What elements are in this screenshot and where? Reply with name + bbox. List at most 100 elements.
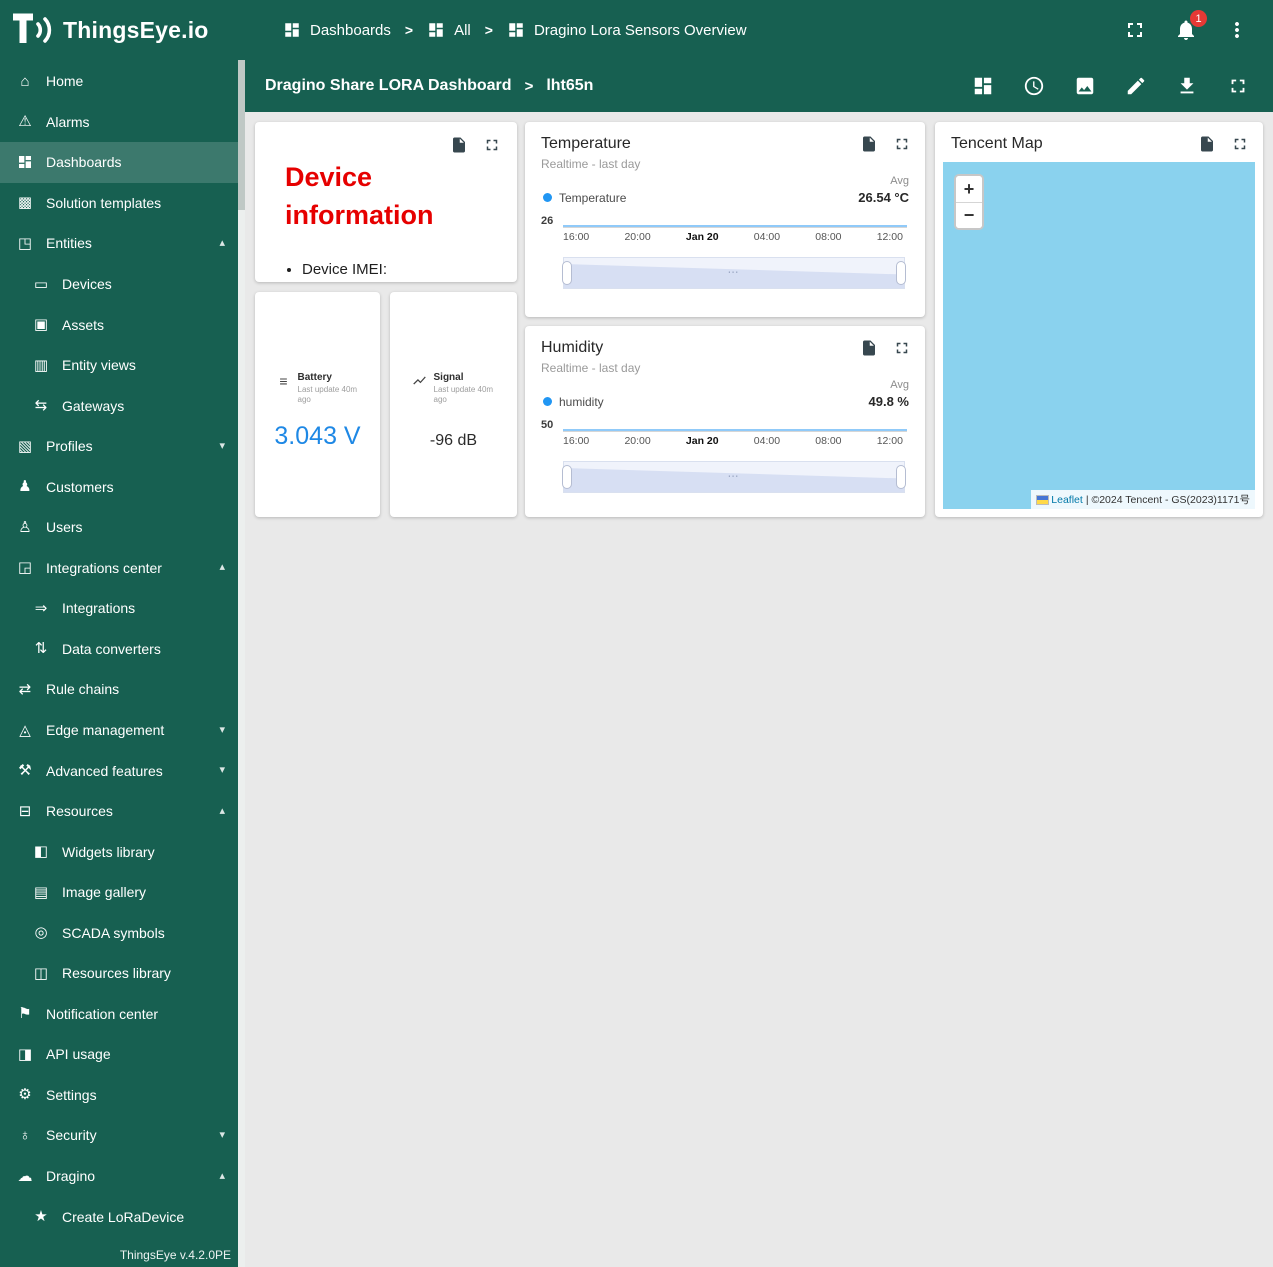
sidebar-item-assets[interactable]: ▣ Assets: [0, 304, 238, 345]
sidebar-item-resources[interactable]: ⊟ Resources ▴: [0, 791, 238, 832]
series-label[interactable]: humidity: [559, 395, 604, 409]
sidebar-item-settings[interactable]: ⚙ Settings: [0, 1075, 238, 1116]
legend-agg-header[interactable]: Avg: [858, 175, 909, 187]
sidebar-item-edge-management[interactable]: ◬ Edge management ▾: [0, 710, 238, 751]
export-file-icon[interactable]: [860, 339, 878, 357]
top-header: ThingsEye.io Dashboards > All > Dragino Lora…: [0, 0, 1273, 60]
expand-widget-icon[interactable]: [893, 135, 911, 153]
timewindow-clock-icon[interactable]: [1023, 75, 1045, 97]
sidebar-item-rule-chains[interactable]: ⇄ Rule chains: [0, 669, 238, 710]
expand-widget-icon[interactable]: [1231, 135, 1249, 153]
navigator-handle-right[interactable]: [896, 465, 906, 489]
zoom-out-button[interactable]: −: [956, 202, 982, 228]
sidebar-item-label: Notification center: [46, 1005, 159, 1022]
sidebar-item-security[interactable]: ♁ Security ▾: [0, 1115, 238, 1156]
dashboard-toolbar: Dragino Share LORA Dashboard > lht65n: [245, 60, 1273, 112]
sidebar-item-data-converters[interactable]: ⇅ Data converters: [0, 629, 238, 670]
x-tick: 08:00: [815, 231, 842, 243]
app-logo[interactable]: ThingsEye.io: [0, 13, 245, 47]
chart-navigator[interactable]: ⋯: [562, 257, 906, 289]
widget-signal: Signal Last update 40m ago -96 dB: [390, 292, 517, 517]
export-file-icon[interactable]: [860, 135, 878, 153]
sidebar-nav: ⌂ Home ⚠ Alarms Dashboards ▩ Solution template…: [0, 61, 238, 1239]
integrations-icon: ⇒: [34, 599, 48, 617]
sidebar-item-users[interactable]: ♙ Users: [0, 507, 238, 548]
breadcrumb: Dashboards > All > Dragino Lora Sensors Over…: [283, 21, 747, 39]
breadcrumb-label: Dragino Lora Sensors Overview: [533, 21, 747, 39]
sidebar-item-image-gallery[interactable]: ▤ Image gallery: [0, 872, 238, 913]
sidebar-item-alarms[interactable]: ⚠ Alarms: [0, 102, 238, 143]
background-image-icon[interactable]: [1074, 75, 1096, 97]
sidebar-item-dragino[interactable]: ☁ Dragino ▴: [0, 1156, 238, 1197]
breadcrumb-item-all[interactable]: All: [427, 21, 471, 39]
sidebar-item-label: SCADA symbols: [62, 924, 165, 941]
zoom-in-button[interactable]: +: [956, 176, 982, 202]
fullscreen-icon[interactable]: [1123, 18, 1147, 42]
navigator-grip: ⋯: [727, 470, 741, 483]
x-tick: 12:00: [876, 231, 903, 243]
sidebar-item-label: API usage: [46, 1046, 111, 1063]
version-label: ThingsEye v.4.2.0PE: [119, 1248, 231, 1262]
expand-widget-icon[interactable]: [483, 136, 501, 154]
sidebar-item-widgets-library[interactable]: ◧ Widgets library: [0, 831, 238, 872]
navigator-handle-left[interactable]: [562, 465, 572, 489]
dashboard-layouts-icon[interactable]: [972, 75, 994, 97]
sidebar-scrollbar[interactable]: [238, 60, 245, 1267]
sidebar-item-profiles[interactable]: ▧ Profiles ▾: [0, 426, 238, 467]
dashboard-icon: [507, 21, 525, 39]
sidebar-item-resources-library[interactable]: ◫ Resources library: [0, 953, 238, 994]
sidebar-item-home[interactable]: ⌂ Home: [0, 61, 238, 102]
expand-widget-icon[interactable]: [893, 339, 911, 357]
widgets-library-icon: ◧: [33, 843, 49, 861]
chevron-up-icon: ▴: [219, 1169, 225, 1182]
edge-management-icon: ◬: [19, 721, 31, 739]
sidebar-item-notification-center[interactable]: ⚑ Notification center: [0, 994, 238, 1035]
sidebar-item-entities[interactable]: ◳ Entities ▴: [0, 223, 238, 264]
sidebar-item-devices[interactable]: ▭ Devices: [0, 264, 238, 305]
more-vert-icon[interactable]: [1225, 18, 1249, 42]
navigator-handle-left[interactable]: [562, 261, 572, 285]
sidebar-item-integrations[interactable]: ⇒ Integrations: [0, 588, 238, 629]
edit-pencil-icon[interactable]: [1125, 75, 1147, 97]
temperature-title: Temperature: [541, 135, 631, 152]
dashboard-title[interactable]: Dragino Share LORA Dashboard: [265, 77, 512, 95]
x-tick: 08:00: [815, 435, 842, 447]
leaflet-link[interactable]: Leaflet: [1051, 494, 1083, 506]
sidebar-item-gateways[interactable]: ⇆ Gateways: [0, 385, 238, 426]
export-download-icon[interactable]: [1176, 75, 1198, 97]
sidebar-item-integrations-center[interactable]: ◲ Integrations center ▴: [0, 548, 238, 589]
sidebar-item-create-loradevice[interactable]: ★ Create LoRaDevice: [0, 1196, 238, 1237]
chart-legend: Temperature Avg 26.54 °C: [543, 175, 909, 205]
map-canvas[interactable]: + − Leaflet | ©2024 Tencent - GS(2023)11…: [943, 162, 1255, 509]
chart-navigator[interactable]: ⋯: [562, 461, 906, 493]
dashboard-state[interactable]: lht65n: [546, 77, 593, 95]
sidebar-item-customers[interactable]: ♟ Customers: [0, 466, 238, 507]
series-color-dot: [543, 193, 552, 202]
home-icon: ⌂: [20, 72, 30, 90]
scrollbar-thumb[interactable]: [238, 60, 245, 210]
toolbar-actions: [972, 75, 1249, 97]
battery-updated: Last update 40m ago: [297, 385, 358, 405]
sidebar-item-solution-templates[interactable]: ▩ Solution templates: [0, 183, 238, 224]
expand-fullscreen-icon[interactable]: [1227, 75, 1249, 97]
settings-icon: ⚙: [18, 1086, 32, 1104]
x-tick: Jan 20: [685, 435, 719, 447]
legend-agg-header[interactable]: Avg: [869, 379, 909, 391]
sidebar-item-dashboards[interactable]: Dashboards: [0, 142, 238, 183]
x-tick: 16:00: [563, 231, 590, 243]
resources-icon: ⊟: [18, 802, 32, 820]
breadcrumb-item-dashboards[interactable]: Dashboards: [283, 21, 391, 39]
sidebar-item-advanced-features[interactable]: ⚒ Advanced features ▾: [0, 750, 238, 791]
sidebar-item-entity-views[interactable]: ▥ Entity views: [0, 345, 238, 386]
sidebar-item-scada-symbols[interactable]: ◎ SCADA symbols: [0, 912, 238, 953]
export-file-icon[interactable]: [450, 136, 468, 154]
series-color-dot: [543, 397, 552, 406]
export-file-icon[interactable]: [1198, 135, 1216, 153]
entity-views-icon: ▥: [33, 356, 49, 374]
breadcrumb-item-dragino-lora-sensors-overview[interactable]: Dragino Lora Sensors Overview: [507, 21, 747, 39]
navigator-handle-right[interactable]: [896, 261, 906, 285]
sidebar-item-label: Resources library: [62, 965, 171, 982]
widget-temperature: Temperature Realtime - last day Temperat…: [525, 122, 925, 317]
series-label[interactable]: Temperature: [559, 191, 626, 205]
sidebar-item-api-usage[interactable]: ◨ API usage: [0, 1034, 238, 1075]
